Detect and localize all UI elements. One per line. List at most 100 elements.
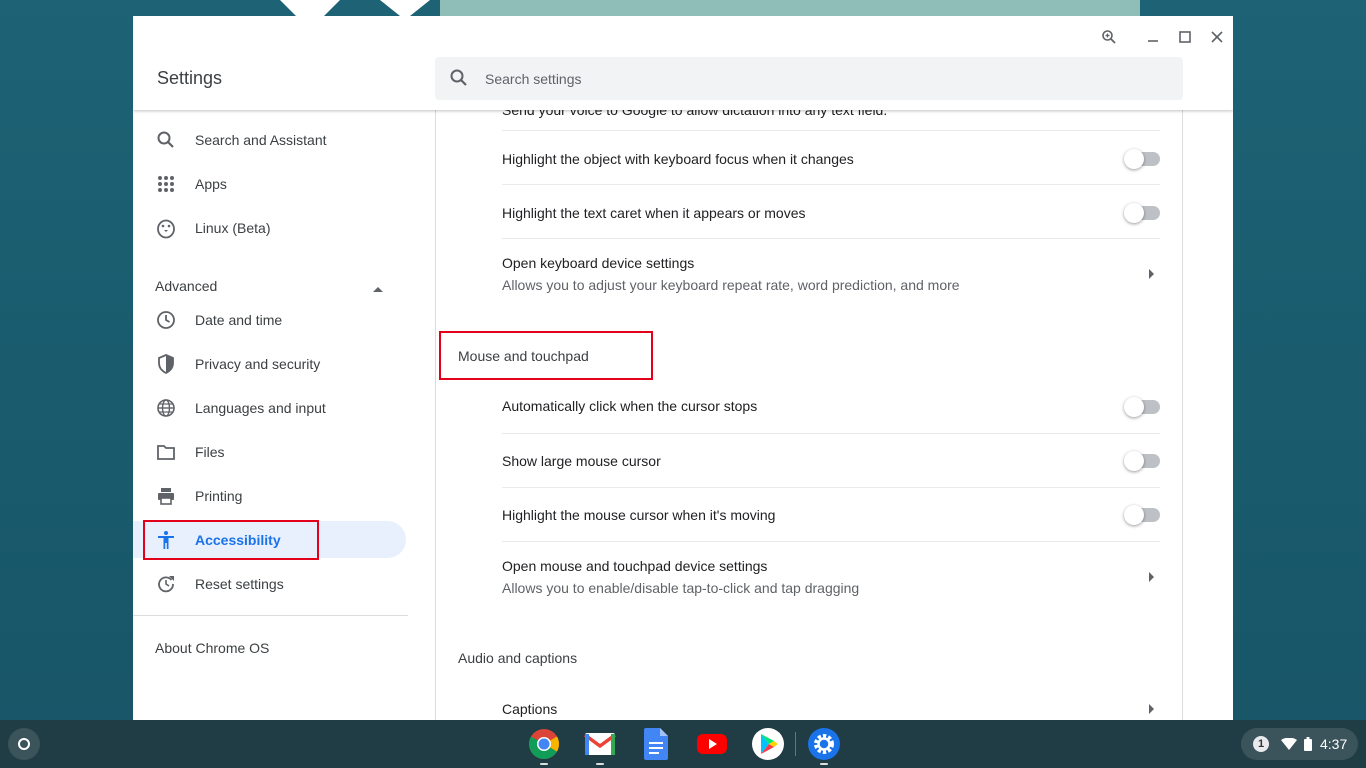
maximize-button[interactable] <box>1170 22 1200 52</box>
docs-app[interactable] <box>640 728 672 760</box>
setting-label: Highlight the mouse cursor when it's mov… <box>502 507 776 523</box>
captions-row[interactable]: Captions <box>502 685 1160 720</box>
zoom-button[interactable] <box>1094 22 1124 52</box>
sidebar-item-label: Date and time <box>195 311 283 328</box>
setting-sublabel: Allows you to enable/disable tap-to-clic… <box>502 580 860 596</box>
status-tray[interactable]: 1 4:37 <box>1241 728 1358 760</box>
shelf-separator <box>795 732 796 756</box>
chrome-icon <box>528 729 560 760</box>
sidebar-item-about-chrome-os[interactable]: About Chrome OS <box>155 640 269 656</box>
title-bar: Settings <box>133 16 1233 110</box>
play-store-icon <box>752 728 784 760</box>
open-keyboard-settings-row[interactable]: Open keyboard device settings Allows you… <box>502 238 1160 308</box>
sidebar-item-label: Printing <box>195 487 243 504</box>
gmail-app[interactable] <box>584 728 616 765</box>
minimize-button[interactable] <box>1138 22 1168 52</box>
folder-icon <box>155 441 177 463</box>
setting-label: Highlight the object with keyboard focus… <box>502 151 854 167</box>
sidebar-item-accessibility[interactable]: Accessibility <box>133 521 406 558</box>
shield-icon <box>155 353 177 375</box>
running-indicator <box>820 763 828 765</box>
notification-count-badge[interactable]: 1 <box>1253 736 1269 752</box>
wifi-icon <box>1281 738 1297 750</box>
search-input[interactable] <box>485 57 1165 100</box>
sidebar-item-reset-settings[interactable]: Reset settings <box>133 565 406 602</box>
sidebar: Search and Assistant Apps Linux (Beta) A… <box>133 110 423 720</box>
sidebar-item-search-and-assistant[interactable]: Search and Assistant <box>133 121 406 158</box>
sidebar-divider <box>133 615 408 616</box>
sidebar-item-files[interactable]: Files <box>133 433 406 470</box>
linux-penguin-icon <box>155 217 177 239</box>
setting-row[interactable]: Highlight the mouse cursor when it's mov… <box>502 487 1160 541</box>
chevron-right-icon <box>1149 704 1154 714</box>
close-icon <box>1211 31 1223 43</box>
sidebar-item-languages-and-input[interactable]: Languages and input <box>133 389 406 426</box>
setting-label: Highlight the text caret when it appears… <box>502 205 806 221</box>
reset-icon <box>155 573 177 595</box>
setting-label: Automatically click when the cursor stop… <box>502 398 758 414</box>
section-title-mouse: Mouse and touchpad <box>458 348 589 364</box>
running-indicator <box>596 763 604 765</box>
sidebar-item-printing[interactable]: Printing <box>133 477 406 514</box>
sidebar-item-label: Search and Assistant <box>195 131 327 148</box>
setting-label: Show large mouse cursor <box>502 453 661 469</box>
app-title: Settings <box>157 68 223 88</box>
settings-icon <box>808 728 840 760</box>
sidebar-item-date-and-time[interactable]: Date and time <box>133 301 406 338</box>
gmail-icon <box>584 733 616 755</box>
chrome-app[interactable] <box>528 728 560 765</box>
toggle-switch[interactable] <box>1124 397 1160 417</box>
docs-icon <box>644 728 668 760</box>
collapse-arrow-icon[interactable] <box>373 287 383 292</box>
sidebar-item-label: Reset settings <box>195 575 284 592</box>
sidebar-item-label: Linux (Beta) <box>195 219 271 236</box>
clock-time[interactable]: 4:37 <box>1320 736 1347 752</box>
launcher-button[interactable] <box>8 728 40 760</box>
youtube-app[interactable] <box>696 728 728 760</box>
settings-app[interactable] <box>808 728 840 765</box>
search-settings-box[interactable] <box>435 57 1183 100</box>
minimize-icon <box>1148 40 1158 42</box>
running-indicator <box>540 763 548 765</box>
toggle-switch[interactable] <box>1124 149 1160 169</box>
setting-label: Open mouse and touchpad device settings <box>502 558 768 574</box>
launcher-icon <box>18 738 30 750</box>
search-icon <box>155 129 177 151</box>
setting-row[interactable]: Show large mouse cursor <box>502 433 1160 487</box>
battery-icon <box>1304 737 1312 751</box>
advanced-toggle[interactable]: Advanced <box>155 278 395 294</box>
sidebar-item-apps[interactable]: Apps <box>133 165 406 202</box>
sidebar-item-label: Privacy and security <box>195 355 321 372</box>
sidebar-item-label: Accessibility <box>195 531 281 548</box>
maximize-icon <box>1179 31 1191 43</box>
setting-row[interactable]: Highlight the object with keyboard focus… <box>502 130 1160 184</box>
sidebar-item-privacy-and-security[interactable]: Privacy and security <box>133 345 406 382</box>
setting-label: Captions <box>502 701 558 717</box>
chevron-right-icon <box>1149 572 1154 582</box>
printer-icon <box>155 485 177 507</box>
play-store-app[interactable] <box>752 728 784 760</box>
clipped-setting-text: Send your voice to Google to allow dicta… <box>502 110 888 118</box>
setting-label: Open keyboard device settings <box>502 255 695 271</box>
sidebar-item-linux[interactable]: Linux (Beta) <box>133 209 406 246</box>
shelf: 1 4:37 <box>0 720 1366 768</box>
apps-grid-icon <box>155 173 177 195</box>
toggle-switch[interactable] <box>1124 451 1160 471</box>
zoom-icon <box>1102 30 1116 44</box>
chevron-right-icon <box>1149 269 1154 279</box>
settings-content: Send your voice to Google to allow dicta… <box>435 110 1183 720</box>
open-mouse-settings-row[interactable]: Open mouse and touchpad device settings … <box>502 541 1160 611</box>
section-title-audio: Audio and captions <box>458 650 578 666</box>
close-button[interactable] <box>1202 22 1232 52</box>
globe-icon <box>155 397 177 419</box>
setting-row[interactable]: Highlight the text caret when it appears… <box>502 184 1160 238</box>
search-icon <box>450 69 467 86</box>
accessibility-icon <box>155 529 177 551</box>
youtube-icon <box>697 734 727 754</box>
toggle-switch[interactable] <box>1124 203 1160 223</box>
setting-row[interactable]: Automatically click when the cursor stop… <box>502 380 1160 433</box>
settings-window: Settings Search and Assistant <box>133 16 1233 720</box>
sidebar-item-label: Languages and input <box>195 399 326 416</box>
toggle-switch[interactable] <box>1124 505 1160 525</box>
setting-sublabel: Allows you to adjust your keyboard repea… <box>502 277 960 293</box>
